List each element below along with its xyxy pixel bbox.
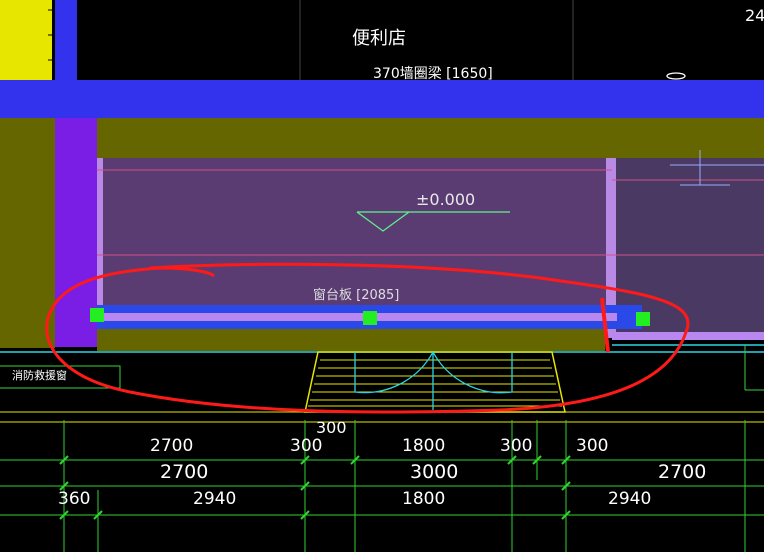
grip-mid [363, 311, 377, 325]
dim-r2-1: 3000 [410, 461, 459, 483]
violet-column [55, 82, 97, 347]
grip-left [90, 308, 104, 322]
wall-band [97, 118, 764, 158]
corner-number: 24 [745, 6, 764, 25]
dim-r3-0: 360 [58, 489, 91, 509]
dim-r1-4: 300 [576, 436, 609, 456]
elevation-label: ±0.000 [416, 190, 476, 209]
beam-label: 370墙圈梁 [1650] [373, 66, 493, 82]
grip-right [636, 312, 650, 326]
dim-r2-0: 2700 [160, 461, 209, 483]
room-label: 便利店 [352, 28, 406, 49]
door-steps [304, 351, 566, 413]
beam-band [0, 80, 764, 118]
dim-r1-0: 2700 [150, 436, 194, 456]
room-fill [97, 158, 612, 308]
cad-canvas[interactable] [0, 0, 764, 552]
dim-top-300: 300 [316, 418, 347, 437]
dim-r1-2: 1800 [402, 436, 446, 456]
dim-r3-3: 2940 [608, 489, 652, 509]
dimension-lines [0, 420, 764, 552]
dim-r3-1: 2940 [193, 489, 237, 509]
dim-r1-3: 300 [500, 436, 533, 456]
dim-r3-2: 1800 [402, 489, 446, 509]
blue-column [55, 0, 77, 82]
sill-label: 窗台板 [2085] [313, 288, 400, 303]
dim-r2-2: 2700 [658, 461, 707, 483]
yellow-block [0, 0, 52, 80]
window-label: 消防救援窗 [12, 369, 67, 382]
dim-r1-1: 300 [290, 436, 323, 456]
